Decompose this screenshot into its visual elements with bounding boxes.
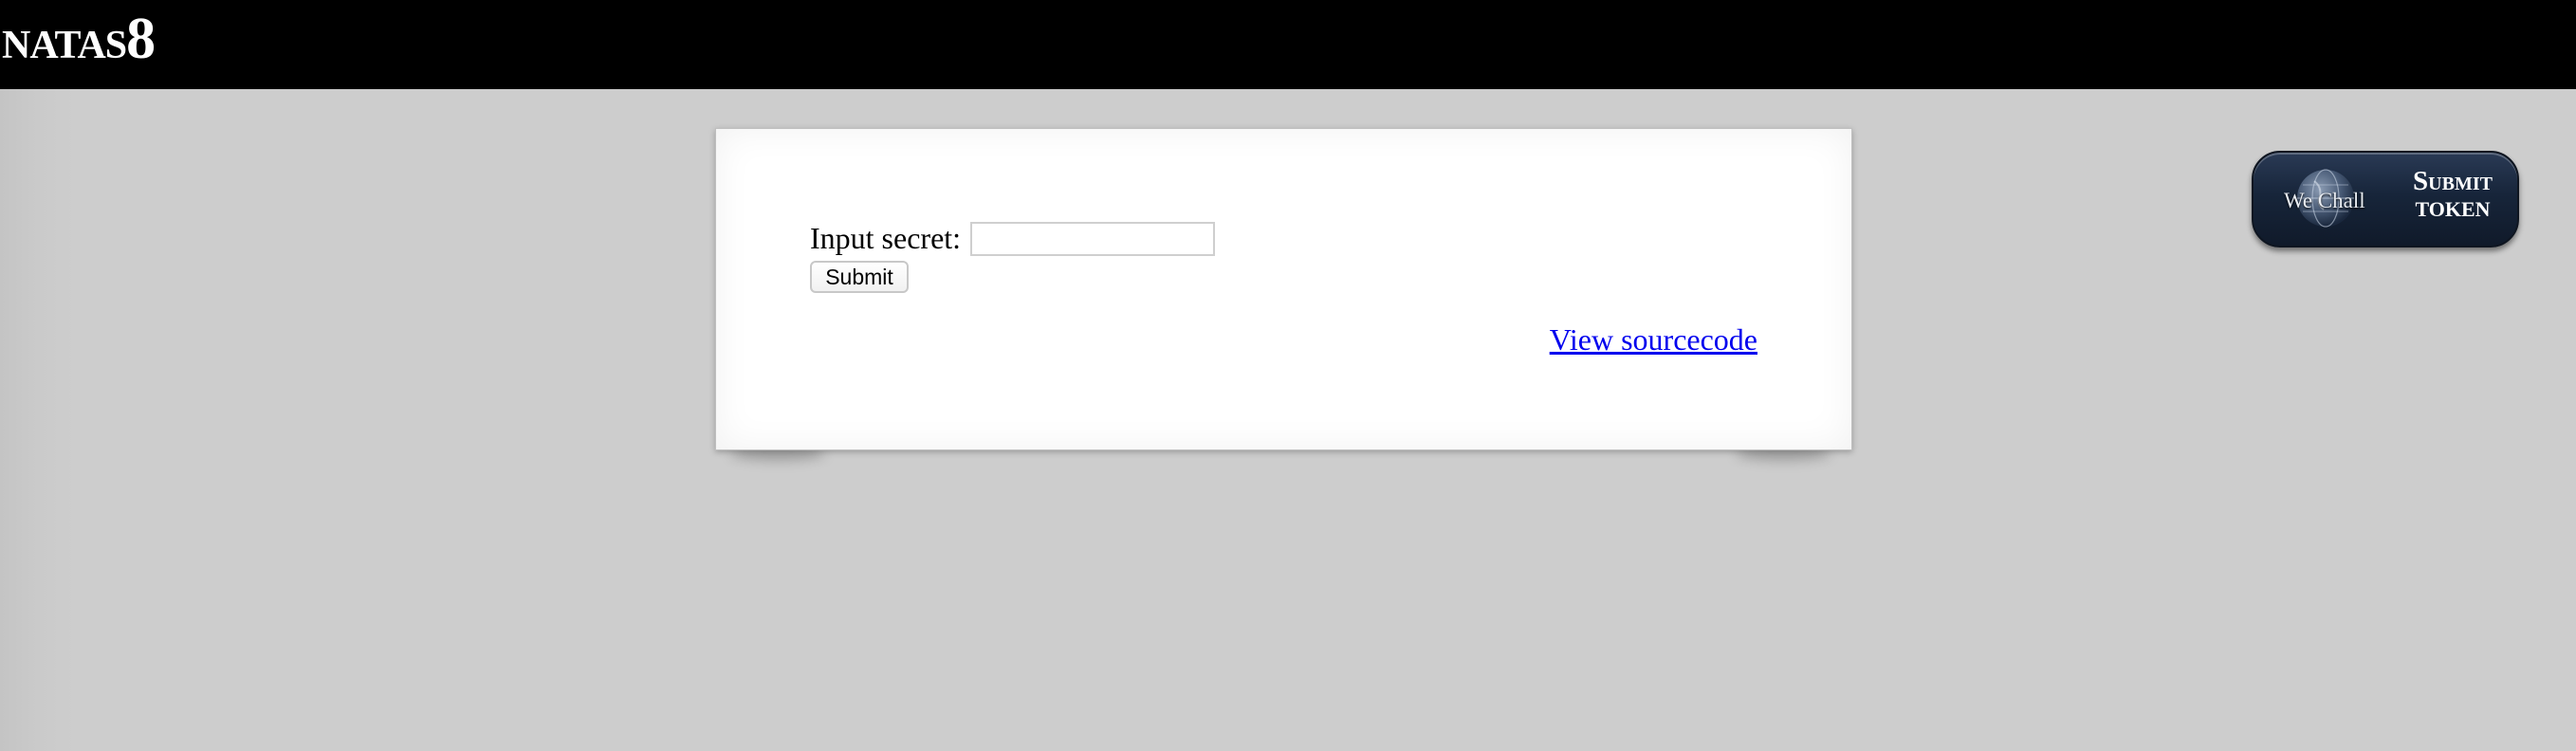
secret-input[interactable] [970,221,1216,256]
wechall-submit-token-button[interactable]: We Chall Submit TOKEN [2252,151,2519,247]
view-sourcecode-link[interactable]: View sourcecode [1550,322,1757,357]
header-bar: NATAS8 [0,0,2576,89]
content-panel: Input secret: Submit View sourcecode [715,128,1852,450]
submit-token-line2: TOKEN [2415,197,2491,221]
secret-form-row: Input secret: [810,221,1216,256]
site-title: NATAS8 [2,9,156,68]
submit-token-line1: Submit [2413,166,2493,196]
page: NATAS8 Input secret: Submit View sourcec… [0,0,2576,751]
site-title-level: 8 [126,7,156,71]
site-title-text: NATAS [2,24,127,67]
wechall-logo-text: We Chall [2284,189,2365,212]
submit-button[interactable]: Submit [810,261,909,293]
submit-token-label: Submit TOKEN [2396,168,2510,220]
secret-label: Input secret: [810,221,962,255]
